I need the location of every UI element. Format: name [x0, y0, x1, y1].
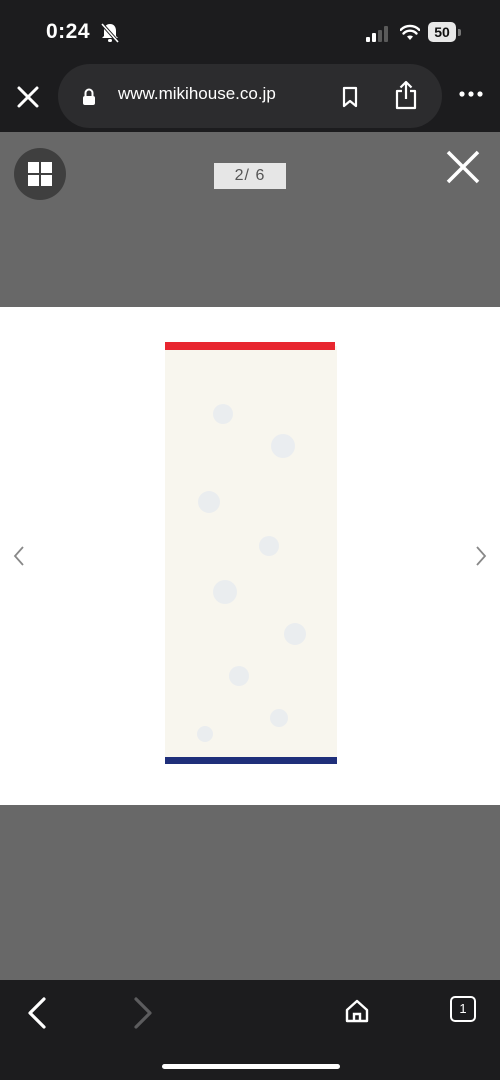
lock-icon [83, 88, 95, 105]
tabs-button[interactable]: 1 [450, 996, 476, 1022]
gallery-header: 2/ 6 [0, 132, 500, 307]
battery-nub [458, 29, 461, 36]
status-time: 0:24 [46, 20, 91, 43]
share-icon[interactable] [394, 80, 418, 110]
bookmark-icon[interactable] [342, 86, 358, 108]
browser-bottom-bar: 1 [0, 980, 500, 1080]
more-icon[interactable] [458, 90, 484, 98]
chevron-right-icon[interactable] [474, 545, 488, 567]
home-icon[interactable] [344, 998, 370, 1024]
back-icon[interactable] [26, 996, 48, 1030]
wifi-icon [400, 24, 420, 40]
grid-view-button[interactable] [14, 148, 66, 200]
gallery-footer [0, 805, 500, 980]
address-bar[interactable]: www.mikihouse.co.jp [58, 64, 442, 128]
battery-level: 50 [428, 22, 456, 42]
signal-icon [366, 26, 388, 42]
battery-indicator: 50 [428, 22, 462, 44]
gallery-image-area [0, 307, 500, 805]
grid-icon [28, 162, 52, 186]
browser-toolbar: www.mikihouse.co.jp [0, 60, 500, 132]
chevron-left-icon[interactable] [12, 545, 26, 567]
home-indicator [162, 1064, 340, 1069]
bell-slash-icon [100, 22, 120, 44]
close-icon[interactable] [446, 150, 480, 184]
url-text[interactable]: www.mikihouse.co.jp [118, 84, 276, 104]
close-icon[interactable] [14, 83, 42, 111]
forward-icon [134, 997, 152, 1029]
image-counter: 2/ 6 [214, 163, 286, 189]
status-bar: 0:24 50 [0, 0, 500, 60]
product-image-towel [165, 342, 337, 764]
